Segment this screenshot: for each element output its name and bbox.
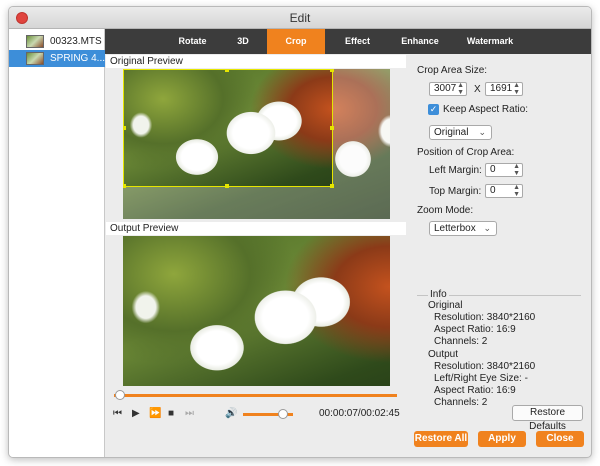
info-original-channels: Channels: 2 — [434, 336, 488, 347]
crop-handle[interactable] — [330, 126, 334, 130]
crop-x-label: X — [474, 84, 481, 95]
stepper-icon[interactable]: ▲ ▼ — [513, 82, 520, 96]
crop-handle[interactable] — [225, 184, 229, 188]
progress-bar[interactable] — [114, 394, 397, 397]
tab-3d[interactable]: 3D — [223, 29, 263, 54]
info-original-resolution: Resolution: 3840*2160 — [434, 312, 536, 323]
info-output-channels: Channels: 2 — [434, 397, 488, 408]
crop-outside-area — [123, 187, 333, 219]
tab-watermark[interactable]: Watermark — [455, 29, 525, 54]
position-label: Position of Crop Area: — [417, 147, 515, 158]
video-thumbnail — [26, 52, 44, 65]
crop-area-size-label: Crop Area Size: — [417, 65, 488, 76]
skip-back-icon[interactable]: ⏮ — [113, 408, 122, 420]
crop-width-field[interactable]: 3007 ▲ ▼ — [429, 82, 467, 96]
zoom-mode-select[interactable]: Letterbox ⌄ — [429, 221, 497, 236]
video-thumbnail — [26, 35, 44, 48]
fast-forward-icon[interactable]: ⏩ — [149, 408, 161, 420]
info-title: Info — [428, 289, 449, 300]
skip-forward-icon[interactable]: ⏭ — [185, 408, 194, 420]
left-margin-field[interactable]: 0 ▲ ▼ — [485, 163, 523, 177]
stepper-icon[interactable]: ▲ ▼ — [513, 184, 520, 198]
crop-handle[interactable] — [330, 69, 334, 72]
title-bar: Edit — [9, 7, 591, 29]
chevron-down-icon: ⌄ — [483, 223, 491, 233]
crop-outside-area — [333, 69, 390, 219]
top-margin-field[interactable]: 0 ▲ ▼ — [485, 184, 523, 198]
file-name: 00323.MTS — [50, 36, 102, 47]
output-preview — [123, 236, 390, 386]
volume-icon[interactable]: 🔊 — [225, 408, 237, 420]
top-margin-label: Top Margin: — [429, 186, 482, 197]
stepper-icon[interactable]: ▲ ▼ — [513, 163, 520, 177]
file-name: SPRING 4... — [50, 53, 106, 64]
tab-rotate[interactable]: Rotate — [165, 29, 220, 54]
keep-aspect-checkbox[interactable]: ✓ — [428, 104, 439, 115]
info-original-heading: Original — [428, 300, 463, 311]
crop-frame[interactable] — [123, 69, 333, 187]
time-display: 00:00:07/00:02:45 — [319, 408, 400, 419]
edit-window: Edit 00323.MTS SPRING 4... Rotate 3D Cro… — [8, 6, 592, 458]
play-icon[interactable]: ▶ — [132, 408, 140, 420]
crop-height-field[interactable]: 1691 ▲ ▼ — [485, 82, 523, 96]
crop-handle[interactable] — [225, 69, 229, 72]
crop-handle[interactable] — [330, 184, 334, 188]
file-item-00323[interactable]: 00323.MTS — [9, 33, 105, 50]
aspect-ratio-select[interactable]: Original ⌄ — [429, 125, 492, 140]
crop-handle[interactable] — [123, 184, 126, 188]
keep-aspect-label: Keep Aspect Ratio: — [443, 104, 529, 115]
output-preview-image — [123, 236, 390, 386]
volume-handle[interactable] — [278, 409, 288, 419]
output-preview-label: Output Preview — [106, 222, 406, 235]
stepper-icon[interactable]: ▲ ▼ — [457, 82, 464, 96]
zoom-mode-label: Zoom Mode: — [417, 205, 474, 216]
restore-defaults-button[interactable]: Restore Defaults — [512, 405, 583, 432]
chevron-down-icon: ⌄ — [478, 127, 486, 137]
tab-effect[interactable]: Effect — [330, 29, 385, 54]
edit-tab-bar: Rotate 3D Crop Effect Enhance Watermark — [105, 29, 591, 54]
restore-all-button[interactable]: Restore All — [414, 431, 468, 447]
stop-icon[interactable]: ■ — [168, 408, 174, 420]
info-output-heading: Output — [428, 349, 459, 360]
info-original-aspect: Aspect Ratio: 16:9 — [434, 324, 516, 335]
info-output-resolution: Resolution: 3840*2160 — [434, 361, 536, 372]
tab-crop[interactable]: Crop — [267, 29, 325, 54]
crop-handle[interactable] — [123, 126, 126, 130]
original-preview[interactable] — [123, 69, 390, 219]
file-item-spring[interactable]: SPRING 4... — [9, 50, 105, 67]
info-output-aspect: Aspect Ratio: 16:9 — [434, 385, 516, 396]
left-margin-label: Left Margin: — [429, 165, 482, 176]
tab-enhance[interactable]: Enhance — [390, 29, 450, 54]
window-title: Edit — [289, 11, 311, 25]
window-close-button[interactable] — [16, 12, 28, 24]
info-output-eye-size: Left/Right Eye Size: - — [434, 373, 528, 384]
close-button[interactable]: Close — [536, 431, 584, 447]
file-list: 00323.MTS SPRING 4... — [9, 29, 105, 457]
progress-handle[interactable] — [114, 390, 125, 400]
apply-button[interactable]: Apply — [478, 431, 526, 447]
original-preview-label: Original Preview — [106, 55, 406, 68]
